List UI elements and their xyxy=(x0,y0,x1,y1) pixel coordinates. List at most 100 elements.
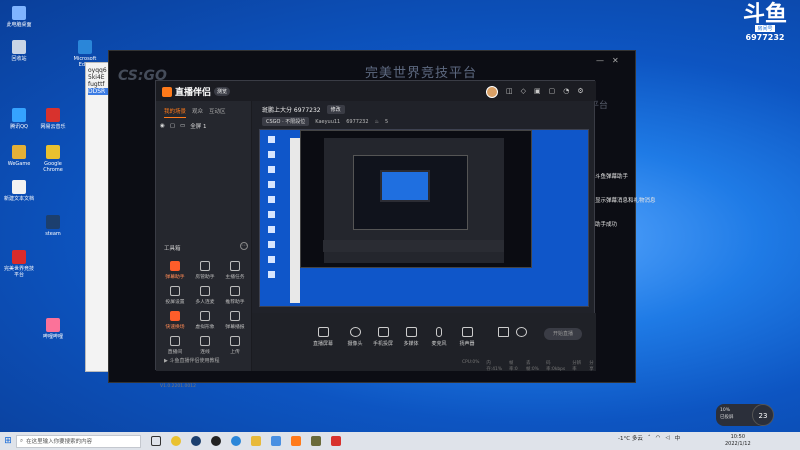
edge-icon[interactable] xyxy=(231,436,241,446)
camera-button[interactable]: 摄像头 xyxy=(342,327,368,347)
room-title: 斑鹏上大分 6977232 xyxy=(262,107,321,114)
edit-room-button[interactable]: 修改 xyxy=(326,105,345,114)
desktop-icon[interactable]: steam xyxy=(36,215,70,237)
bell-icon[interactable]: ◔ xyxy=(563,87,569,95)
taskbar-apps xyxy=(151,436,341,446)
chrome-icon[interactable] xyxy=(171,436,181,446)
obs-icon[interactable] xyxy=(211,436,221,446)
tool-item[interactable]: 上传 xyxy=(220,336,250,355)
status-bar: CPU:0% 内存:41% 帧率:0 丢帧:0% 码率:0kbps 分辨率 分享 xyxy=(462,360,594,372)
recycle-bin-icon xyxy=(12,40,26,54)
window-controls: — ✕ xyxy=(596,56,619,65)
volume-icon[interactable]: ◁ xyxy=(665,435,669,441)
shield-icon[interactable]: ◇ xyxy=(521,87,526,95)
broadcast-icon xyxy=(230,311,240,321)
settings-icon[interactable]: ⚙ xyxy=(577,87,583,95)
tool-item[interactable]: 推荐助手 xyxy=(220,286,250,305)
lock-icon[interactable]: ▢ xyxy=(170,123,175,129)
perfect-world-icon xyxy=(12,250,26,264)
floating-widget[interactable]: 10% 已投屏 23 xyxy=(716,404,774,426)
streaming-app-window[interactable]: 直播伴侣 测览 ◫ ◇ ▣ ▢ ◔ ⚙ 我的场景 观众 互动区 ◉ ▢ ▭ 全屏… xyxy=(155,80,596,389)
desktop-icon[interactable]: 此电脑桌面 xyxy=(2,6,36,28)
desktop-icon[interactable]: WeGame xyxy=(2,145,36,167)
csgo-icon[interactable] xyxy=(311,436,321,446)
tool-item[interactable]: 主播任务 xyxy=(220,261,250,280)
steam-icon[interactable] xyxy=(191,436,201,446)
store-icon[interactable] xyxy=(271,436,281,446)
more-tools-button[interactable]: ⋯ xyxy=(240,242,248,250)
tool-item[interactable]: 弹幕播报 xyxy=(220,311,250,330)
tool-item[interactable]: 弹幕助手 xyxy=(160,261,190,280)
eye-icon[interactable]: ◉ xyxy=(160,123,165,129)
left-tabs: 我的场景 观众 互动区 xyxy=(156,101,251,118)
desktop-icon[interactable]: 网易云音乐 xyxy=(36,108,70,130)
microphone-button[interactable]: 麦克风 xyxy=(426,327,452,347)
tab-scenes[interactable]: 我的场景 xyxy=(164,107,187,118)
user-icon xyxy=(200,261,210,271)
app-logo: 直播伴侣 测览 xyxy=(162,85,231,98)
room-category[interactable]: CSGO · 不限段位 xyxy=(262,117,310,126)
cast-icon xyxy=(170,286,180,296)
tool-item[interactable]: 连线 xyxy=(190,336,220,355)
shirt-icon[interactable]: ◫ xyxy=(506,87,513,95)
minimize-icon[interactable]: — xyxy=(596,56,604,65)
room-icon xyxy=(170,336,180,346)
avatar[interactable] xyxy=(486,86,498,98)
tutorial-link[interactable]: ▶ 斗鱼直播伴侣使用教程 xyxy=(164,357,219,364)
close-icon[interactable]: ✕ xyxy=(612,56,619,65)
speaker-button[interactable]: 扬声器 xyxy=(454,327,480,347)
monitor-icon: ▭ xyxy=(180,123,186,129)
windows-start-icon[interactable]: ⊞ xyxy=(0,433,16,449)
start-live-button[interactable]: 开始直播 xyxy=(544,328,582,340)
background-title: 完美世界竞技平台 xyxy=(365,66,478,81)
tool-item[interactable]: 房管助手 xyxy=(190,261,220,280)
desktop-icon[interactable]: 完美世界竞技平台 xyxy=(2,250,36,278)
chevron-up-icon[interactable]: ˄ xyxy=(648,435,651,441)
tab-interaction[interactable]: 互动区 xyxy=(209,107,226,118)
screen-capture-button[interactable]: 直播屏幕 xyxy=(310,327,336,347)
gift-icon[interactable]: ▣ xyxy=(534,87,541,95)
app-titlebar: 直播伴侣 测览 ◫ ◇ ▣ ▢ ◔ ⚙ xyxy=(156,81,596,101)
tool-item[interactable]: 快速换场 xyxy=(160,311,190,330)
desktop-icon[interactable]: 腾讯QQ xyxy=(2,108,36,130)
taskbar-search[interactable]: ⌕ 在这里输入你要搜索的内容 xyxy=(16,434,141,448)
qq-icon xyxy=(12,108,26,122)
camera-icon xyxy=(349,327,361,337)
lock-icon[interactable]: ▢ xyxy=(549,87,556,95)
input-language[interactable]: 中 xyxy=(675,434,681,442)
app-badge[interactable]: 测览 xyxy=(214,87,231,96)
clock[interactable]: 10:50 2022/1/12 xyxy=(725,434,751,448)
tool-item[interactable]: 直播间 xyxy=(160,336,190,355)
preview-toolbar xyxy=(323,240,504,252)
phone-cast-button[interactable]: 手机投屏 xyxy=(370,327,396,347)
gear-icon xyxy=(515,327,527,337)
tool-item[interactable]: 多人连麦 xyxy=(190,286,220,305)
desktop-icon[interactable]: 回收站 xyxy=(2,40,36,62)
douyu-icon[interactable] xyxy=(291,436,301,446)
file-explorer-icon[interactable] xyxy=(251,436,261,446)
scene-item[interactable]: ◉ ▢ ▭ 全屏 1 xyxy=(160,121,248,131)
weather[interactable]: -1°C 多云 xyxy=(618,434,643,442)
danmaku-icon xyxy=(170,261,180,271)
tab-audience[interactable]: 观众 xyxy=(192,107,203,118)
tool-item[interactable]: 投屏设置 xyxy=(160,286,190,305)
desktop-icon[interactable]: Google Chrome xyxy=(36,145,70,173)
phone-icon xyxy=(377,327,389,337)
computer-icon xyxy=(12,6,26,20)
tool-grid: 弹幕助手 房管助手 主播任务 投屏设置 多人连麦 推荐助手 快速换场 虚拟形象 … xyxy=(160,261,250,355)
media-button[interactable]: 多媒体 xyxy=(398,327,424,347)
desktop-icon[interactable]: 新建文本文档 xyxy=(2,180,36,202)
toolbox-title: 工具箱 xyxy=(164,246,181,252)
network-icon[interactable]: ◠ xyxy=(656,435,661,441)
avatar-icon xyxy=(200,311,210,321)
scene-label: 全屏 1 xyxy=(190,124,207,130)
desktop-icon[interactable]: 哔哩哔哩 xyxy=(36,318,70,340)
steam-icon xyxy=(46,215,60,229)
settings-button[interactable] xyxy=(508,327,534,340)
stream-preview[interactable] xyxy=(259,129,589,307)
tool-item[interactable]: 虚拟形象 xyxy=(190,311,220,330)
app-version: V1.0.2201.0012 xyxy=(160,384,196,389)
document-icon xyxy=(12,180,26,194)
task-view-icon[interactable] xyxy=(151,436,161,446)
music-icon[interactable] xyxy=(331,436,341,446)
